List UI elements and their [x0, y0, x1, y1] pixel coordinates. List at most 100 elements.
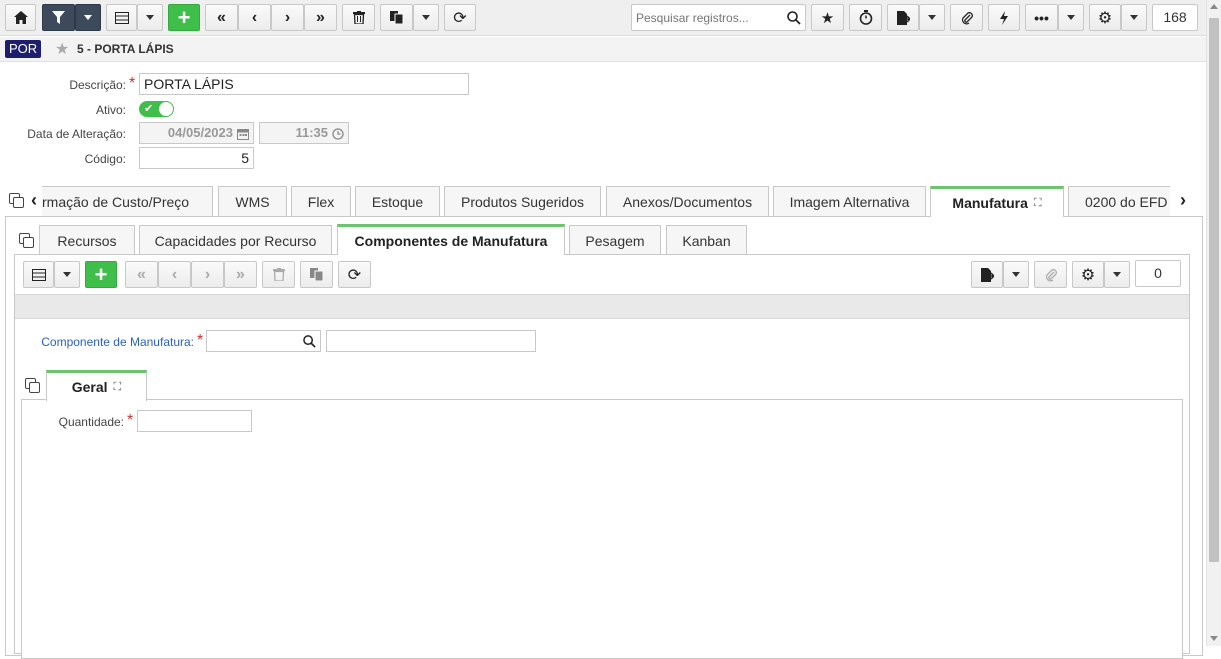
- scroll-up-icon[interactable]: [1210, 4, 1218, 9]
- add-button[interactable]: +: [168, 4, 200, 31]
- scrollbar-thumb[interactable]: [1209, 18, 1219, 562]
- ativo-toggle[interactable]: ✔: [139, 101, 174, 117]
- sub-previous-record-button[interactable]: ‹: [158, 261, 191, 288]
- tab-manufatura[interactable]: Manufatura ⛶: [930, 186, 1064, 217]
- export-dropdown-button[interactable]: [919, 4, 945, 31]
- tab-anexos-documentos[interactable]: Anexos/Documentos: [606, 186, 769, 216]
- search-icon[interactable]: [787, 11, 801, 25]
- sub-settings-dropdown-button[interactable]: [1104, 261, 1130, 288]
- tab-produtos-sugeridos[interactable]: Produtos Sugeridos: [444, 186, 601, 216]
- tab-wms[interactable]: WMS: [218, 186, 287, 216]
- subtab-pesagem[interactable]: Pesagem: [569, 225, 661, 255]
- last-record-button[interactable]: »: [304, 4, 337, 31]
- copy-icon: [309, 268, 323, 281]
- next-record-button[interactable]: ›: [271, 4, 304, 31]
- scroll-down-icon[interactable]: [1210, 636, 1218, 641]
- actions-button[interactable]: [988, 4, 1020, 31]
- sub-first-record-button[interactable]: «: [125, 261, 158, 288]
- tabs-scroll-left-icon[interactable]: ‹: [31, 190, 37, 211]
- sub-grid-view-dropdown-button[interactable]: [54, 261, 80, 288]
- quantidade-input[interactable]: [137, 410, 252, 432]
- subtab-recursos[interactable]: Recursos: [39, 225, 135, 255]
- more-button[interactable]: •••: [1025, 4, 1058, 31]
- double-chevron-right-icon: »: [316, 8, 325, 26]
- componente-input[interactable]: [206, 330, 321, 352]
- chevron-down-icon: [146, 15, 154, 20]
- copy-record-button[interactable]: [380, 4, 413, 31]
- chevron-down-icon: [928, 15, 936, 20]
- data-alteracao-time-field: 11:35: [259, 122, 349, 144]
- attachment-button[interactable]: [950, 4, 983, 31]
- export-button[interactable]: [887, 4, 919, 31]
- search-box[interactable]: [631, 4, 806, 31]
- search-icon[interactable]: [303, 335, 316, 348]
- subtab-capacidades-recurso[interactable]: Capacidades por Recurso: [139, 225, 332, 255]
- data-alteracao-label: Data de Alteração:: [27, 127, 126, 141]
- settings-dropdown-button[interactable]: [1121, 4, 1147, 31]
- descricao-input[interactable]: PORTA LÁPIS: [139, 73, 469, 95]
- sub-copy-record-button[interactable]: [300, 261, 333, 288]
- sub-last-record-button[interactable]: »: [224, 261, 257, 288]
- tab-0200-efd[interactable]: 0200 do EFD: [1068, 186, 1170, 216]
- descricao-label: Descrição:: [69, 78, 126, 92]
- copy-innertabs-icon[interactable]: [25, 378, 40, 393]
- expand-icon[interactable]: ⛶: [114, 381, 122, 394]
- refresh-button[interactable]: ⟳: [444, 4, 476, 31]
- date-value: 04/05/2023: [167, 125, 233, 140]
- sub-attachment-button[interactable]: [1034, 261, 1067, 288]
- codigo-input[interactable]: 5: [139, 147, 254, 169]
- sub-delete-button[interactable]: [262, 261, 295, 288]
- tab-flex[interactable]: Flex: [291, 186, 351, 216]
- sub-grid-view-button[interactable]: [23, 261, 54, 288]
- sub-next-record-button[interactable]: ›: [191, 261, 224, 288]
- sub-add-button[interactable]: +: [85, 261, 117, 288]
- stopwatch-icon: [859, 10, 872, 25]
- filter-dropdown-button[interactable]: [75, 4, 101, 31]
- home-button[interactable]: [5, 4, 36, 31]
- subtab-componentes-manufatura[interactable]: Componentes de Manufatura: [337, 224, 565, 255]
- double-chevron-right-icon: »: [236, 265, 245, 283]
- copy-tabs-icon[interactable]: [9, 193, 24, 208]
- language-badge[interactable]: POR: [5, 40, 42, 58]
- previous-record-button[interactable]: ‹: [238, 4, 271, 31]
- grid-view-button[interactable]: [106, 4, 137, 31]
- componente-label[interactable]: Componente de Manufatura:: [30, 335, 194, 349]
- grid-view-dropdown-button[interactable]: [137, 4, 163, 31]
- more-dropdown-button[interactable]: [1058, 4, 1084, 31]
- timer-button[interactable]: [849, 4, 882, 31]
- subtab-kanban[interactable]: Kanban: [666, 225, 747, 255]
- first-record-button[interactable]: «: [205, 4, 238, 31]
- expand-icon[interactable]: ⛶: [1034, 197, 1042, 210]
- tab-estoque[interactable]: Estoque: [355, 186, 440, 216]
- double-chevron-left-icon: «: [217, 8, 226, 26]
- chevron-down-icon: [84, 15, 92, 20]
- favorite-button[interactable]: ★: [811, 4, 844, 31]
- innertab-geral-label: Geral: [71, 379, 108, 395]
- sub-export-dropdown-button[interactable]: [1003, 261, 1029, 288]
- file-export-icon: [980, 267, 994, 282]
- copy-subtabs-icon[interactable]: [19, 233, 34, 248]
- quantidade-label: Quantidade:: [58, 415, 124, 429]
- tab-formacao-custo[interactable]: rmação de Custo/Preço: [42, 186, 213, 216]
- sub-export-button[interactable]: [971, 261, 1003, 288]
- codigo-label: Código:: [84, 152, 126, 166]
- star-icon: ★: [820, 9, 835, 27]
- filter-button[interactable]: [42, 4, 75, 31]
- tabs-scroll-right-icon[interactable]: ›: [1180, 190, 1186, 211]
- innertab-geral[interactable]: Geral ⛶: [46, 370, 147, 401]
- sub-settings-button[interactable]: ⚙: [1072, 261, 1104, 288]
- geral-panel: [21, 399, 1183, 659]
- tab-imagem-alternativa[interactable]: Imagem Alternativa: [773, 186, 926, 216]
- grid-header-strip: [15, 294, 1189, 319]
- sub-record-count: 0: [1135, 260, 1181, 287]
- plus-icon: +: [177, 4, 191, 30]
- vertical-scrollbar[interactable]: [1206, 0, 1221, 646]
- delete-button[interactable]: [342, 4, 375, 31]
- sub-refresh-button[interactable]: ⟳: [338, 261, 371, 288]
- search-input[interactable]: [632, 5, 782, 30]
- copy-dropdown-button[interactable]: [413, 4, 439, 31]
- settings-button[interactable]: ⚙: [1089, 4, 1121, 31]
- chevron-down-icon: [1130, 15, 1138, 20]
- time-value: 11:35: [295, 125, 328, 140]
- star-icon[interactable]: ★: [55, 39, 69, 59]
